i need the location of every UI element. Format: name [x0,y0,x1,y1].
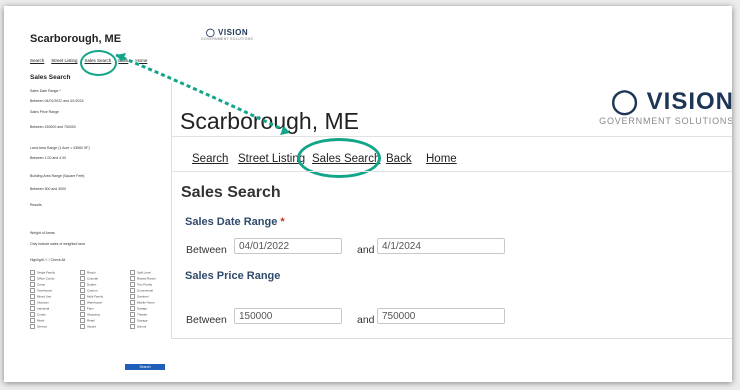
mini-nav-search[interactable]: Search [30,58,44,63]
nav-home[interactable]: Home [426,153,457,165]
between-label: Between [186,314,227,326]
and-label: and [357,314,375,326]
price-from-input[interactable]: 150000 [234,308,342,324]
mini-checkbox-item[interactable]: Multi Family [80,294,130,299]
mini-checkbox-item[interactable]: Custom [80,288,130,293]
section-title: Sales Search [181,184,281,201]
mini-row: Sales Date Range * [30,89,61,93]
mini-checkbox-item[interactable]: Industrial [30,306,80,311]
mini-nav-back[interactable]: Back [118,58,128,63]
highlight-circle [297,138,381,178]
zoomed-panel: Scarborough, ME ◯ VISION GOVERNMENT SOLU… [171,83,732,339]
mini-checkbox-item[interactable]: Mixed Use [30,294,80,299]
mini-section-title: Sales Search [30,74,71,81]
mini-checkbox-item[interactable]: Farm [80,306,130,311]
mini-row: Land Area Range (1 Acre = 43560 SF) [30,146,90,150]
mini-checkbox-item[interactable]: Single Family [30,270,80,275]
between-label: Between [186,244,227,256]
mini-nav-home[interactable]: Home [135,58,147,63]
mini-row: Weight of Areas [30,231,55,235]
mini-checkbox-item[interactable]: Vacant [80,324,130,329]
mini-row: Building Area Range (Square Feet) [30,174,85,178]
mini-row: Only include sales of weighted land [30,242,85,246]
mini-logo-brand: ◯ VISION [205,28,249,37]
nav-back[interactable]: Back [386,153,412,165]
mini-checkbox-item[interactable]: Duplex [80,282,130,287]
date-from-input[interactable]: 04/01/2022 [234,238,342,254]
mini-row: Results [30,203,42,207]
nav-search[interactable]: Search [192,153,228,165]
mini-submit-button[interactable]: Search [125,364,165,370]
mini-checkbox-item[interactable]: Shopping [80,312,130,317]
mini-checkbox-item[interactable]: Camp [30,282,80,287]
mini-checkbox-item[interactable]: Warehouse [80,300,130,305]
and-label: and [357,244,375,256]
price-to-input[interactable]: 750000 [377,308,505,324]
mini-checkbox-item[interactable]: Townhouse [30,288,80,293]
nav-street-listing[interactable]: Street Listing [238,153,305,165]
logo-brand: ◯ VISION [611,88,732,115]
sales-date-range-label: Sales Date Range * [185,216,285,228]
logo-tagline: GOVERNMENT SOLUTIONS [599,116,732,126]
mini-checkbox-item[interactable]: Motel [30,318,80,323]
date-to-input[interactable]: 4/1/2024 [377,238,505,254]
logo-o-icon: ◯ [611,88,639,115]
mini-row: Between 500 and 3000 [30,187,67,191]
screenshot-frame: Scarborough, ME ◯ VISION GOVERNMENT SOLU… [4,6,732,382]
divider [172,136,732,137]
mini-row: Sales Price Range [30,110,59,114]
mini-row: Between 04/01/2022 and 4/1/2024 [30,99,84,103]
mini-checkbox-item[interactable]: Condo [30,312,80,317]
divider [172,171,732,172]
mini-checkbox-item[interactable]: Ranch [80,270,130,275]
mini-checkbox-item[interactable]: Office Condo [30,276,80,281]
sales-price-range-label: Sales Price Range [185,270,281,282]
mini-checkbox-item[interactable]: Victorian [30,300,80,305]
mini-row: Highlight / ☐ Check All [30,258,66,262]
mini-row: Between 1.00 and 4.00 [30,156,67,160]
mini-row: Between 150000 and 750000 [30,125,76,129]
mini-checkbox-item[interactable]: Service [30,324,80,329]
mini-nav-street-listing[interactable]: Street Listing [51,58,77,63]
mini-checkbox-item[interactable]: Retail [80,318,130,323]
mini-page-title: Scarborough, ME [30,33,122,45]
page-title: Scarborough, ME [180,108,359,134]
vision-logo: ◯ VISION GOVERNMENT SOLUTIONS [554,87,732,126]
mini-logo-tagline: GOVERNMENT SOLUTIONS [200,37,254,41]
mini-checkbox-item[interactable]: Colonial [80,276,130,281]
mini-vision-logo: ◯ VISION GOVERNMENT SOLUTIONS [192,28,262,41]
mini-highlight-circle [80,50,117,76]
